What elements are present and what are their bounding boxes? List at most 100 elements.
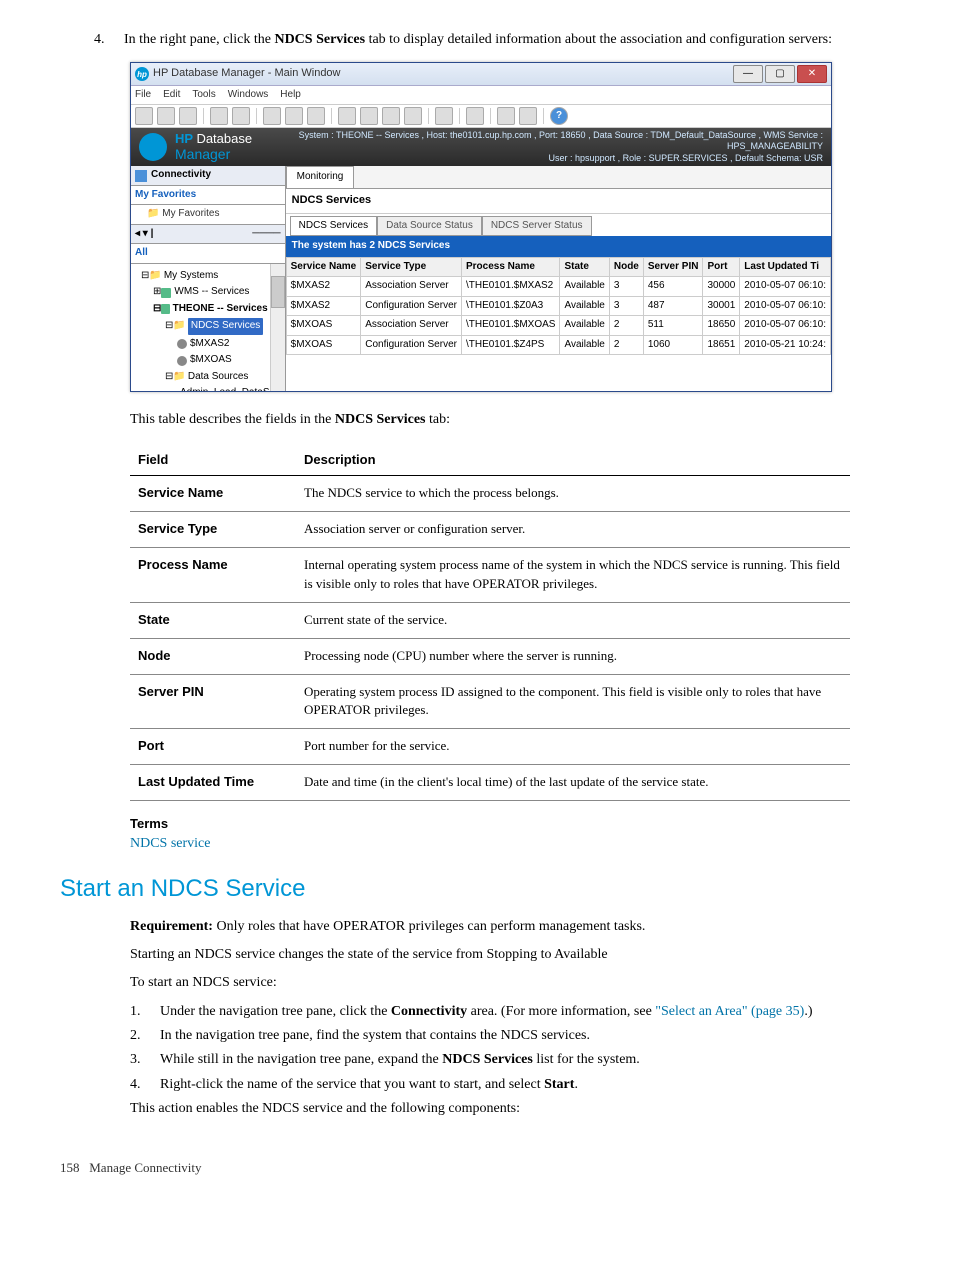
status-bar: The system has 2 NDCS Services [286,236,831,257]
table-cell: \THE0101.$Z4PS [461,335,559,355]
toolbar-icon[interactable] [210,107,228,125]
main-split: Connectivity My Favorites 📁 My Favorites… [131,166,831,391]
menu-edit[interactable]: Edit [163,88,180,103]
scrollbar-thumb[interactable] [271,276,285,308]
left-pane: Connectivity My Favorites 📁 My Favorites… [131,166,286,391]
desc-caption: This table describes the fields in the N… [130,410,894,430]
tree-item-mxoas[interactable]: $MXOAS [133,352,268,369]
tree-item-wms[interactable]: ⊞ WMS -- Services [133,284,268,301]
para-to-start: To start an NDCS service: [130,973,894,993]
toolbar-icon[interactable] [382,107,400,125]
closing-para: This action enables the NDCS service and… [130,1099,894,1119]
col-service-type[interactable]: Service Type [361,257,462,277]
terms-link[interactable]: NDCS service [130,834,894,854]
desc-text: Current state of the service. [296,602,850,638]
desc-field: Last Updated Time [130,765,296,801]
db-icon [161,304,169,314]
brand-manager: Manager [175,147,252,162]
subtab-ndcs-server-status[interactable]: NDCS Server Status [482,216,592,237]
tree-item-admin[interactable]: Admin_Load_DataSourc [133,385,268,391]
table-cell: $MXOAS [286,316,361,336]
toolbar-icon[interactable] [285,107,303,125]
toolbar-separator [459,108,460,124]
toolbar-icon[interactable] [360,107,378,125]
tab-monitoring[interactable]: Monitoring [286,166,355,188]
toolbar-icon[interactable] [263,107,281,125]
caption-pre: This table describes the fields in the [130,412,335,427]
panel-title: NDCS Services [286,189,831,214]
step-text-post: tab to display detailed information abou… [365,32,832,47]
tree-item-datasources[interactable]: ⊟ 📁 Data Sources [133,369,268,386]
toolbar-icon[interactable] [157,107,175,125]
connectivity-header[interactable]: Connectivity [131,166,285,186]
menu-tools[interactable]: Tools [192,88,215,103]
closing-para-block: This action enables the NDCS service and… [130,1099,894,1119]
col-state[interactable]: State [560,257,609,277]
toolbar-icon[interactable] [232,107,250,125]
nav-header: ◂ ▾ |──── [131,224,285,245]
help-icon[interactable]: ? [550,107,568,125]
grid-header-row: Service Name Service Type Process Name S… [286,257,830,277]
forward-icon[interactable] [519,107,537,125]
brand-text: HP Database Manager [175,132,252,162]
caption-post: tab: [426,412,451,427]
col-process-name[interactable]: Process Name [461,257,559,277]
table-row[interactable]: $MXAS2Association Server\THE0101.$MXAS2A… [286,277,830,297]
table-row[interactable]: $MXAS2Configuration Server\THE0101.$Z0A3… [286,296,830,316]
all-label: All [135,246,148,261]
section-body: Requirement: Only roles that have OPERAT… [130,917,894,994]
section-heading: Start an NDCS Service [60,872,894,907]
back-icon[interactable] [497,107,515,125]
col-port[interactable]: Port [703,257,740,277]
hp-icon: hp [135,67,149,81]
close-button[interactable]: ✕ [797,65,827,83]
db-icon [161,288,171,298]
tree-item-mxas2[interactable]: $MXAS2 [133,336,268,353]
window-titlebar: hp HP Database Manager - Main Window — ▢… [131,63,831,86]
col-field: Field [130,445,296,476]
footer-title: Manage Connectivity [89,1160,201,1175]
table-row[interactable]: $MXOASConfiguration Server\THE0101.$Z4PS… [286,335,830,355]
toolbar-icon[interactable] [307,107,325,125]
tree-item-ndcs[interactable]: ⊟ 📁 NDCS Services [133,317,268,336]
table-cell: 18651 [703,335,740,355]
toolbar-icon[interactable] [135,107,153,125]
col-service-name[interactable]: Service Name [286,257,361,277]
toolbar-separator [331,108,332,124]
table-cell: 2 [609,335,643,355]
toolbar-icon[interactable] [466,107,484,125]
requirement-line: Requirement: Only roles that have OPERAT… [130,917,894,937]
table-cell: 2010-05-21 10:24: [740,335,831,355]
table-cell: $MXAS2 [286,277,361,297]
maximize-button[interactable]: ▢ [765,65,795,83]
favorites-item[interactable]: My Favorites [162,208,219,219]
tree-item-systems[interactable]: ⊟ 📁 My Systems [133,268,268,285]
col-node[interactable]: Node [609,257,643,277]
subtab-datasource-status[interactable]: Data Source Status [377,216,482,237]
menu-windows[interactable]: Windows [228,88,269,103]
tree-scrollbar[interactable] [270,264,285,392]
table-cell: Configuration Server [361,296,462,316]
table-cell: 2010-05-07 06:10: [740,296,831,316]
toolbar-icon[interactable] [435,107,453,125]
desc-row: PortPort number for the service. [130,729,850,765]
col-server-pin[interactable]: Server PIN [643,257,703,277]
table-row[interactable]: $MXOASAssociation Server\THE0101.$MXOASA… [286,316,830,336]
step-number: 2. [130,1026,160,1046]
menu-file[interactable]: File [135,88,151,103]
app-header: HP Database Manager System : THEONE -- S… [131,128,831,166]
step-number: 4. [94,30,124,50]
subtab-ndcs-services[interactable]: NDCS Services [290,216,377,237]
tree-item-theone[interactable]: ⊟ THEONE -- Services [133,301,268,318]
minimize-button[interactable]: — [733,65,763,83]
toolbar-icon[interactable] [404,107,422,125]
toolbar-icon[interactable] [338,107,356,125]
cross-ref-link[interactable]: "Select an Area" (page 35) [655,1004,804,1019]
toolbar-separator [256,108,257,124]
toolbar-separator [543,108,544,124]
table-cell: 3 [609,277,643,297]
menu-help[interactable]: Help [280,88,301,103]
col-last-updated[interactable]: Last Updated Ti [740,257,831,277]
toolbar-icon[interactable] [179,107,197,125]
services-grid: Service Name Service Type Process Name S… [286,257,831,356]
